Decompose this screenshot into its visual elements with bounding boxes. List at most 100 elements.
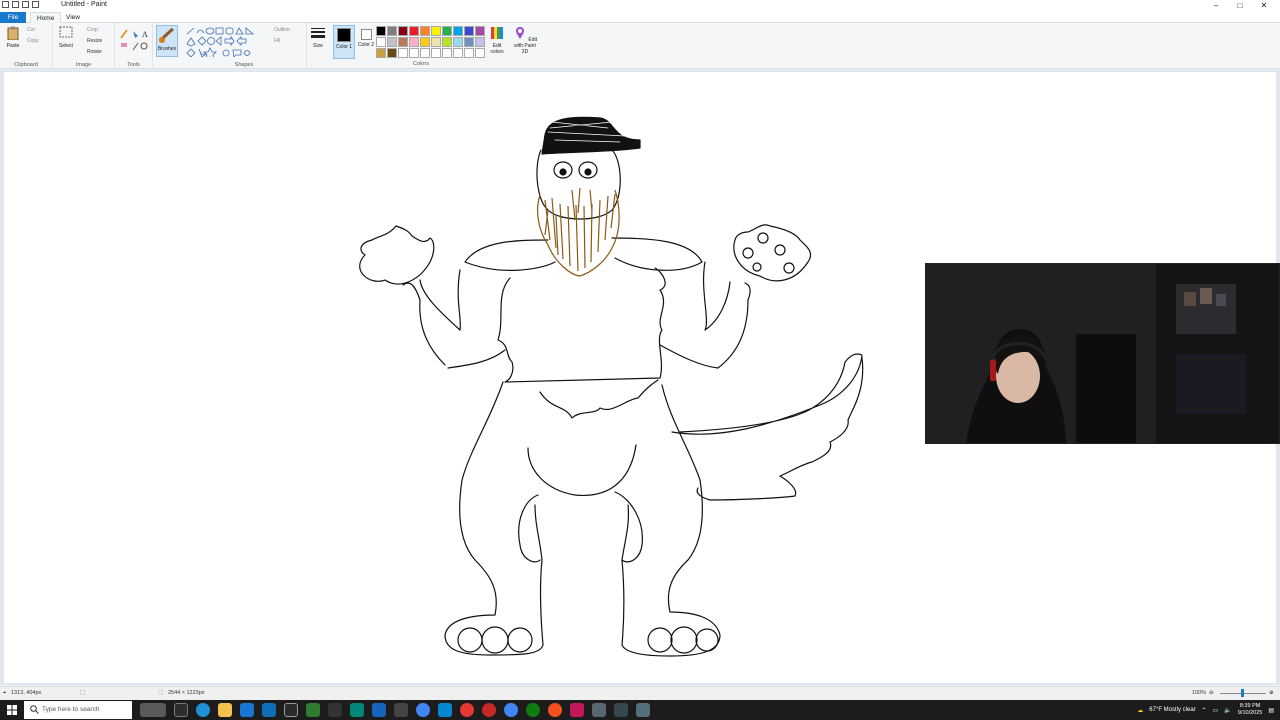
select-button[interactable]: Select <box>56 26 76 49</box>
chrome-icon[interactable] <box>416 703 430 717</box>
palette-swatch[interactable] <box>398 37 408 47</box>
palette-swatch[interactable] <box>431 26 441 36</box>
palette-swatch[interactable] <box>442 26 452 36</box>
redo-icon[interactable] <box>32 1 39 8</box>
windows-start-icon[interactable] <box>7 705 17 715</box>
palette-swatch[interactable] <box>387 26 397 36</box>
app-icon-5[interactable] <box>262 703 276 717</box>
paste-button[interactable]: Paste <box>3 26 23 49</box>
app-icon-21[interactable] <box>614 703 628 717</box>
clipboard-group: Paste Cut Copy Clipboard <box>0 23 53 69</box>
app-icon-7[interactable] <box>306 703 320 717</box>
app-icon-11[interactable] <box>394 703 408 717</box>
clock-time: 8:39 PM <box>1239 703 1261 709</box>
window-controls: – □ ✕ <box>1204 0 1276 11</box>
palette-swatch[interactable] <box>442 48 452 58</box>
network-icon[interactable]: ▭ <box>1213 707 1219 714</box>
palette-swatch[interactable] <box>409 48 419 58</box>
palette-swatch[interactable] <box>464 37 474 47</box>
tab-home[interactable]: Home <box>30 12 62 23</box>
weather-text[interactable]: 67°F Mostly clear <box>1149 707 1195 713</box>
task-view-icon[interactable] <box>174 703 188 717</box>
tools-group-label: Tools <box>127 62 140 68</box>
tools-icons[interactable]: A <box>119 28 149 52</box>
palette-swatch[interactable] <box>431 48 441 58</box>
app-icon-14[interactable] <box>460 703 474 717</box>
cut-button[interactable]: Cut <box>27 27 35 33</box>
steam-icon[interactable] <box>372 703 386 717</box>
zoom-slider-thumb[interactable] <box>1241 689 1244 697</box>
palette-swatch[interactable] <box>409 37 419 47</box>
copy-button[interactable]: Copy <box>27 38 39 44</box>
palette-swatch[interactable] <box>453 26 463 36</box>
app-icon-9[interactable] <box>350 703 364 717</box>
ribbon: Paste Cut Copy Clipboard Select Crop Res… <box>0 23 1280 69</box>
palette-swatch[interactable] <box>398 48 408 58</box>
size-button[interactable]: Size <box>308 26 328 49</box>
cursor-position-icon: ⌖ <box>3 690 7 696</box>
taskbar-search-input[interactable]: Type here to search <box>24 701 132 719</box>
palette-swatch[interactable] <box>464 26 474 36</box>
save-icon[interactable] <box>12 1 19 8</box>
zoom-in-button[interactable]: ⊕ <box>1269 690 1274 696</box>
palette-swatch[interactable] <box>376 26 386 36</box>
app-icon-13[interactable] <box>438 703 452 717</box>
palette-swatch[interactable] <box>431 37 441 47</box>
outline-dropdown[interactable]: Outline <box>274 27 290 33</box>
zoom-out-button[interactable]: ⊖ <box>1209 690 1214 696</box>
tab-file[interactable]: File <box>0 12 26 23</box>
palette-swatch[interactable] <box>387 48 397 58</box>
notification-icon[interactable]: ▤ <box>1268 707 1274 714</box>
shapes-gallery[interactable] <box>186 27 262 57</box>
maximize-button[interactable]: □ <box>1228 0 1252 11</box>
palette-swatch[interactable] <box>398 26 408 36</box>
palette-swatch[interactable] <box>442 37 452 47</box>
weather-icon[interactable]: ☁ <box>1137 707 1143 714</box>
palette-swatch[interactable] <box>409 26 419 36</box>
edge-icon[interactable] <box>196 703 210 717</box>
color2-button[interactable]: Color 2 <box>356 25 376 59</box>
store-icon[interactable] <box>240 703 254 717</box>
paint3d-button[interactable]: Edit with Paint 3D <box>512 26 538 55</box>
brushes-group: Brushes <box>154 23 182 69</box>
widgets-icon[interactable] <box>140 703 166 717</box>
palette-swatch[interactable] <box>453 37 463 47</box>
chrome-icon-2[interactable] <box>504 703 518 717</box>
app-icon-22[interactable] <box>636 703 650 717</box>
tab-view[interactable]: View <box>60 12 86 23</box>
color1-button[interactable]: Color 1 <box>333 25 355 59</box>
volume-icon[interactable]: 🔈 <box>1224 707 1231 714</box>
app-icon-15[interactable] <box>482 703 496 717</box>
palette-swatch[interactable] <box>453 48 463 58</box>
minimize-button[interactable]: – <box>1204 0 1228 11</box>
resize-button[interactable]: Resize <box>87 38 102 44</box>
palette-swatch[interactable] <box>475 37 485 47</box>
brushes-button[interactable]: Brushes <box>156 25 178 57</box>
clock[interactable]: 8:39 PM 9/10/2025 <box>1238 703 1262 717</box>
app-icon-6[interactable] <box>284 703 298 717</box>
file-explorer-icon[interactable] <box>218 703 232 717</box>
canvas-size: 2544 × 1223px <box>168 690 205 696</box>
app-icon-8[interactable] <box>328 703 342 717</box>
tray-chevron-icon[interactable]: ⌃ <box>1202 707 1207 714</box>
paint-taskbar-icon[interactable] <box>592 703 606 717</box>
app-icon-18[interactable] <box>548 703 562 717</box>
palette-swatch[interactable] <box>376 37 386 47</box>
edit-colors-button[interactable]: Edit colors <box>487 26 507 55</box>
search-icon <box>30 705 39 714</box>
undo-icon[interactable] <box>22 1 29 8</box>
palette-swatch[interactable] <box>420 26 430 36</box>
xbox-icon[interactable] <box>526 703 540 717</box>
palette-swatch[interactable] <box>420 48 430 58</box>
rotate-button[interactable]: Rotate <box>87 49 102 55</box>
palette-swatch[interactable] <box>387 37 397 47</box>
crop-button[interactable]: Crop <box>87 27 98 33</box>
palette-swatch[interactable] <box>475 48 485 58</box>
palette-swatch[interactable] <box>420 37 430 47</box>
close-button[interactable]: ✕ <box>1252 0 1276 11</box>
app-icon-19[interactable] <box>570 703 584 717</box>
palette-swatch[interactable] <box>475 26 485 36</box>
fill-dropdown[interactable]: Fill <box>274 38 280 44</box>
palette-swatch[interactable] <box>464 48 474 58</box>
palette-swatch[interactable] <box>376 48 386 58</box>
